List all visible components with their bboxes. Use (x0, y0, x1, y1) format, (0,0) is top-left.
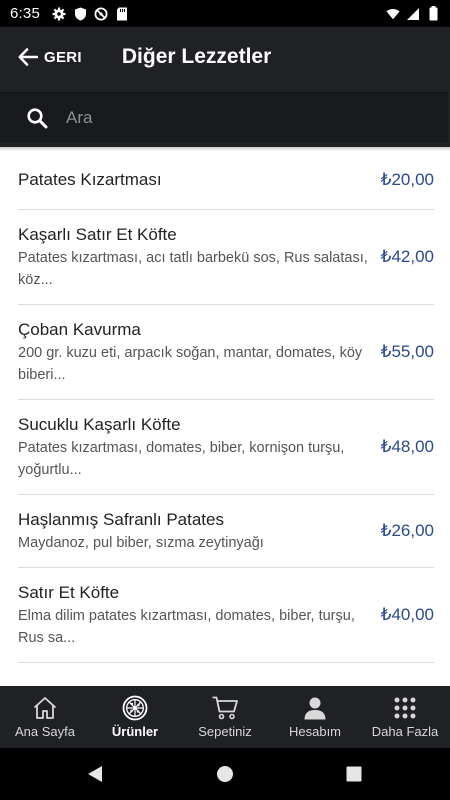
product-price: ₺48,00 (380, 437, 434, 456)
status-icons-left (52, 7, 129, 21)
product-text: Çoban Kavurma 200 gr. kuzu eti, arpacık … (18, 319, 381, 386)
search-bar (0, 87, 450, 147)
product-item-sucuklu-kasarli-kofte[interactable]: Sucuklu Kaşarlı Köfte Patates kızartması… (18, 400, 434, 495)
product-list[interactable]: Patates Kızartması ₺20,00 Kaşarlı Satır … (0, 151, 450, 686)
user-icon (301, 695, 329, 721)
back-triangle-icon[interactable] (80, 759, 110, 789)
signal-icon (406, 7, 420, 21)
nav-label: Ana Sayfa (15, 724, 75, 739)
product-name: Patates Kızartması (18, 170, 162, 189)
nav-item-products[interactable]: Ürünler (90, 686, 180, 748)
product-item-patates-kizartmasi[interactable]: Patates Kızartması ₺20,00 (18, 151, 434, 210)
wifi-icon (386, 7, 400, 21)
search-input[interactable] (66, 97, 448, 138)
search-icon (26, 107, 48, 129)
product-description: Elma dilim patates kızartması, domates, … (18, 607, 355, 646)
search-box (0, 92, 448, 142)
system-nav-bar (0, 748, 450, 800)
product-text: Haşlanmış Safranlı Patates Maydanoz, pul… (18, 509, 381, 554)
status-bar: 6:35 (0, 0, 450, 27)
bottom-nav: Ana Sayfa Ürünler Sepetiniz Hesabım Daha… (0, 686, 450, 748)
product-description: 200 gr. kuzu eti, arpacık soğan, mantar,… (18, 344, 363, 383)
product-description: Patates kızartması, acı tatlı barbekü so… (18, 249, 368, 288)
product-price: ₺42,00 (380, 247, 434, 266)
product-price: ₺20,00 (380, 170, 434, 189)
product-text: Kaşarlı Satır Et Köfte Patates kızartmas… (18, 224, 381, 291)
pizza-icon (121, 695, 149, 721)
gear-icon (52, 7, 66, 21)
product-price: ₺26,00 (380, 521, 434, 540)
nav-label: Sepetiniz (198, 724, 252, 739)
product-item-haslanmis-safranli-patates[interactable]: Haşlanmış Safranlı Patates Maydanoz, pul… (18, 495, 434, 568)
status-time: 6:35 (10, 5, 40, 22)
product-name: Sucuklu Kaşarlı Köfte (18, 414, 181, 434)
nav-label: Daha Fazla (371, 724, 439, 739)
product-text: Patates Kızartması (18, 169, 381, 191)
cart-icon (211, 695, 239, 721)
product-item-satir-et-kofte[interactable]: Satır Et Köfte Elma dilim patates kızart… (18, 568, 434, 663)
product-name: Satır Et Köfte (18, 582, 120, 602)
product-item-coban-kavurma[interactable]: Çoban Kavurma 200 gr. kuzu eti, arpacık … (18, 305, 434, 400)
product-text: Satır Et Köfte Elma dilim patates kızart… (18, 582, 381, 649)
home-icon (31, 695, 59, 721)
nav-label: Ürünler (111, 724, 159, 739)
nav-item-more[interactable]: Daha Fazla (360, 686, 450, 748)
back-button[interactable]: GERI (18, 48, 82, 66)
no-sync-icon (94, 7, 108, 21)
product-text: Sucuklu Kaşarlı Köfte Patates kızartması… (18, 414, 381, 481)
product-name: Haşlanmış Safranlı Patates (18, 509, 224, 529)
nav-item-cart[interactable]: Sepetiniz (180, 686, 270, 748)
product-description: Patates kızartması, domates, biber, korn… (18, 439, 345, 478)
home-circle-icon[interactable] (210, 759, 240, 789)
product-item-kasarli-satir-et-kofte[interactable]: Kaşarlı Satır Et Köfte Patates kızartmas… (18, 210, 434, 305)
app-header: GERI Diğer Lezzetler (0, 27, 450, 87)
product-name: Çoban Kavurma (18, 319, 141, 339)
sd-card-icon (115, 7, 129, 21)
shield-icon (73, 7, 87, 21)
back-label: GERI (44, 48, 82, 66)
grid-icon (391, 695, 419, 721)
nav-label: Hesabım (288, 724, 342, 739)
product-price: ₺40,00 (380, 605, 434, 624)
battery-icon (426, 6, 440, 21)
nav-item-account[interactable]: Hesabım (270, 686, 360, 748)
nav-item-home[interactable]: Ana Sayfa (0, 686, 90, 748)
product-name: Kaşarlı Satır Et Köfte (18, 224, 177, 244)
status-icons-right (386, 6, 440, 21)
page-title: Diğer Lezzetler (121, 45, 272, 68)
recents-square-icon[interactable] (339, 759, 369, 789)
product-price: ₺55,00 (380, 342, 434, 361)
product-description: Maydanoz, pul biber, sızma zeytinyağı (18, 534, 264, 551)
arrow-left-icon (18, 48, 38, 66)
